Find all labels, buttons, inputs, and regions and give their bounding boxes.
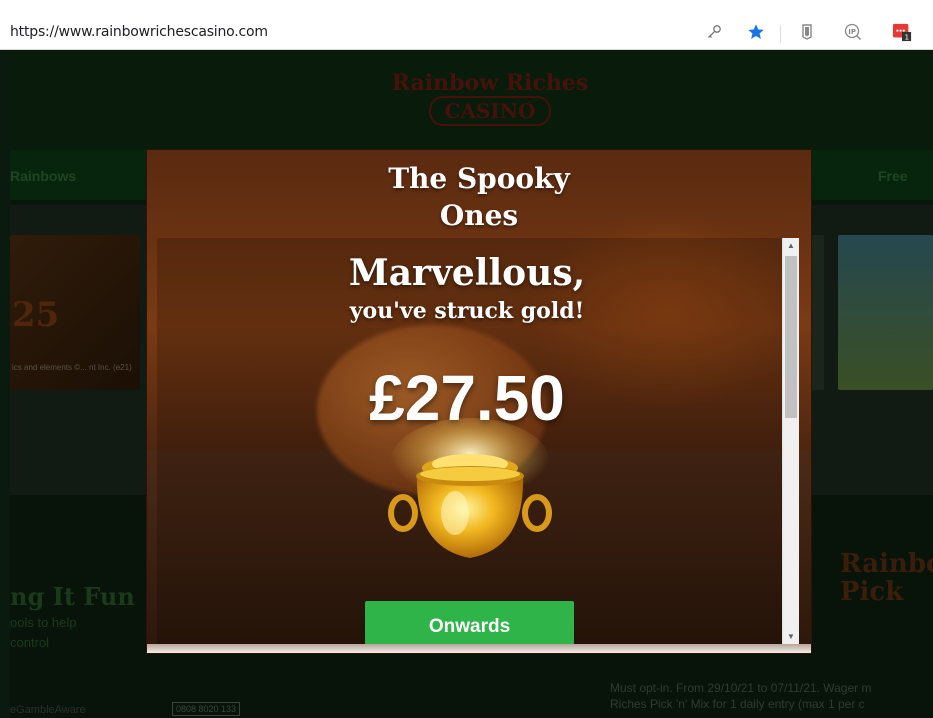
extension-icon[interactable]: 1: [892, 22, 912, 42]
ip-icon[interactable]: IP: [843, 22, 863, 42]
scrollbar-thumb[interactable]: [785, 256, 797, 418]
scroll-up-arrow-icon[interactable]: ▲: [783, 238, 799, 254]
shield-icon[interactable]: [797, 22, 817, 42]
game-title-line-2: Ones: [439, 199, 519, 232]
toolbar-separator: [780, 25, 781, 43]
gold-pot-icon: [388, 418, 552, 558]
url-field[interactable]: https://www.rainbowrichescasino.com: [10, 24, 268, 40]
win-subheadline: you've struck gold!: [349, 298, 585, 324]
scroll-down-arrow-icon[interactable]: ▼: [783, 629, 799, 645]
modal-bottom-edge: [147, 644, 811, 653]
extension-badge: 1: [905, 33, 910, 42]
game-title-line-1: The Spooky: [388, 162, 570, 195]
modal-scrollbar[interactable]: ▲ ▼: [782, 238, 799, 645]
browser-address-bar: https://www.rainbowrichescasino.com IP 1: [0, 0, 933, 50]
onwards-button[interactable]: Onwards: [365, 601, 574, 645]
game-title: The Spooky Ones: [147, 160, 811, 234]
win-headline: Marvellous,: [348, 252, 586, 294]
svg-text:IP: IP: [848, 28, 856, 36]
star-icon[interactable]: [746, 22, 766, 42]
key-icon[interactable]: [704, 22, 724, 42]
